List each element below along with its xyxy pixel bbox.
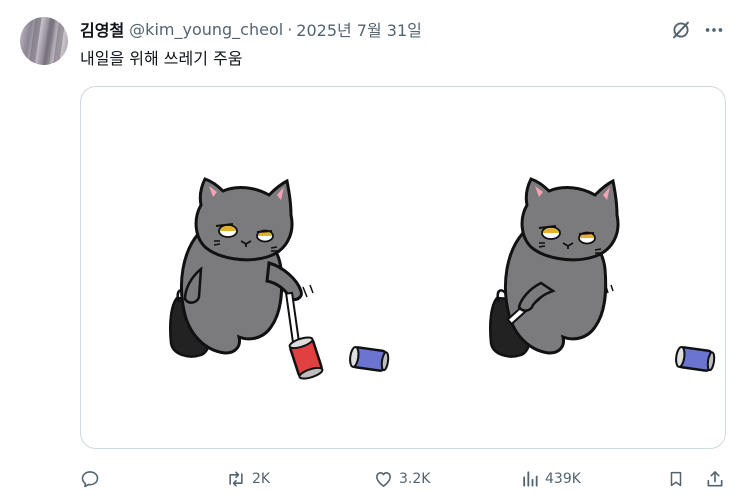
post-image[interactable] — [80, 86, 726, 449]
bookmark-button[interactable] — [667, 462, 685, 496]
reply-button[interactable] — [80, 462, 105, 496]
views-button[interactable]: 439K — [520, 462, 581, 496]
cat-right — [489, 177, 620, 358]
separator-dot: · — [287, 19, 293, 39]
grok-button[interactable] — [669, 18, 693, 42]
post-text: 내일을 위해 쓰레기 주움 — [80, 49, 243, 68]
more-icon — [705, 28, 723, 32]
repost-icon — [229, 471, 243, 487]
more-button[interactable] — [702, 18, 726, 42]
repost-button[interactable]: 2K — [225, 462, 270, 496]
avatar[interactable] — [20, 17, 68, 65]
like-button[interactable]: 3.2K — [373, 462, 430, 496]
blue-can-left — [349, 346, 390, 372]
post-date[interactable]: 2025년 7월 31일 — [296, 17, 422, 41]
share-button[interactable] — [705, 462, 725, 496]
user-handle[interactable]: @kim_young_cheol — [129, 20, 283, 39]
cat-left — [169, 177, 314, 358]
action-bar: 2K 3.2K 439K — [0, 462, 749, 496]
grok-icon — [673, 21, 689, 39]
like-count: 3.2K — [399, 471, 431, 487]
repost-count: 2K — [252, 471, 271, 487]
display-name[interactable]: 김영철 — [80, 17, 124, 41]
heart-icon — [376, 472, 391, 487]
comic-illustration — [169, 177, 716, 380]
red-can — [288, 336, 324, 380]
share-icon — [707, 471, 723, 487]
bookmark-icon — [670, 471, 682, 487]
views-count: 439K — [545, 471, 581, 487]
reply-icon — [81, 471, 99, 488]
post-header: 김영철 @kim_young_cheol · 2025년 7월 31일 — [80, 17, 422, 41]
blue-can-right — [675, 346, 716, 372]
views-icon — [523, 471, 538, 487]
